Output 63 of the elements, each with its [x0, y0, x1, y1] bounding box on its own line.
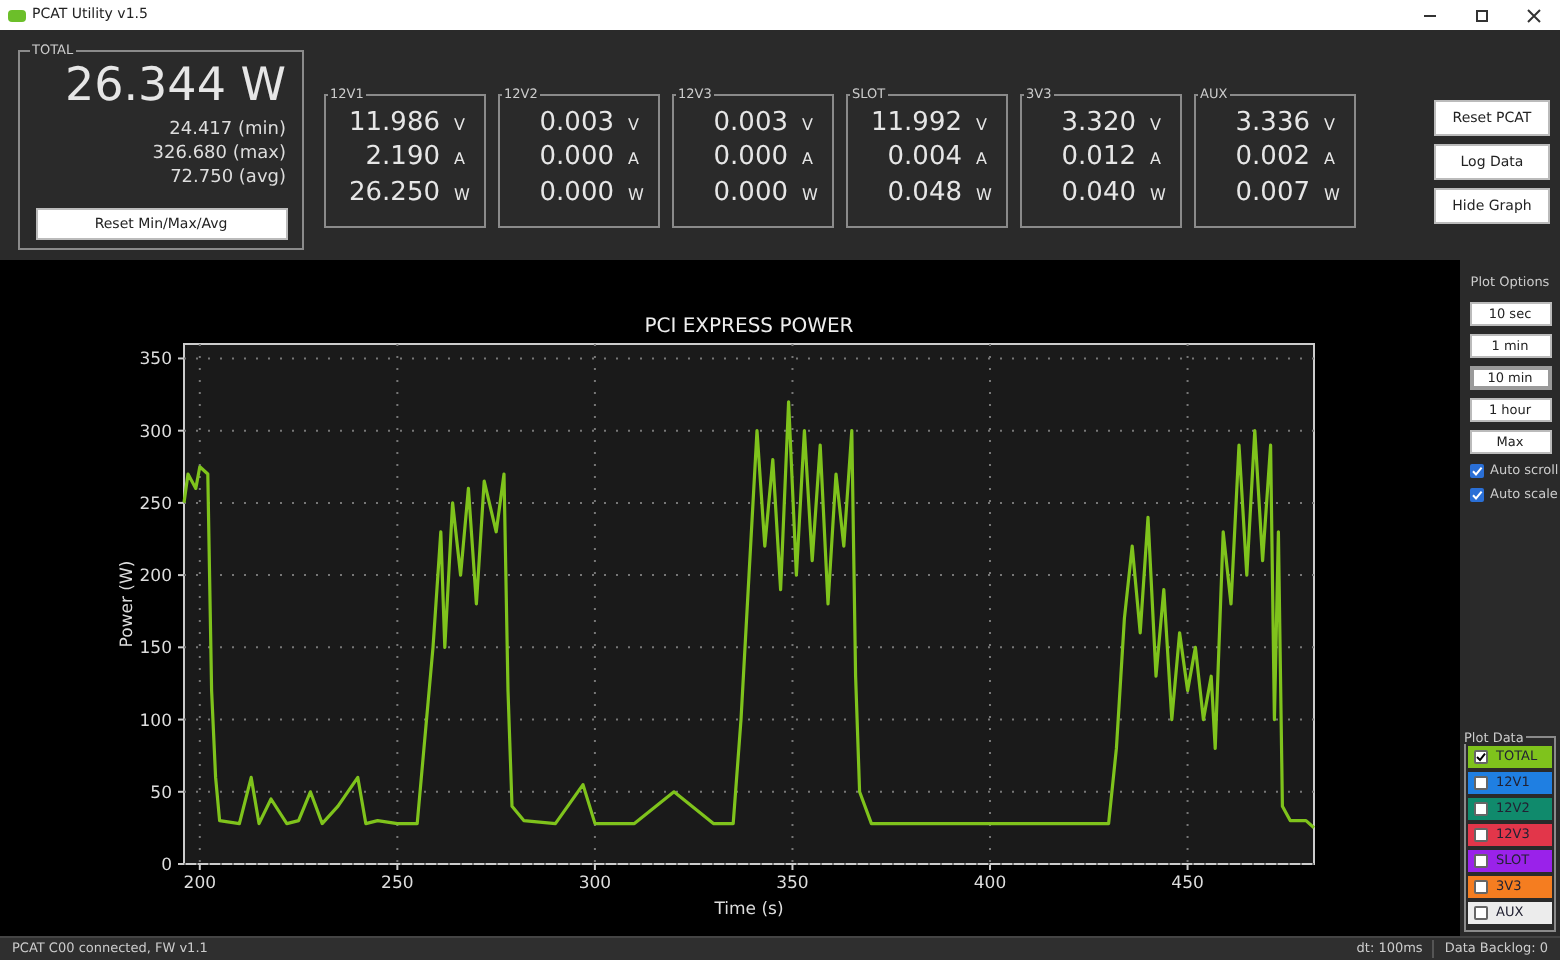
x-tick-label: 250 — [381, 874, 414, 894]
x-tick-label: 200 — [183, 874, 217, 894]
y-tick-label: 0 — [161, 856, 172, 876]
y-tick-label: 200 — [139, 567, 172, 588]
check-icon — [1476, 752, 1486, 762]
y-tick-label: 100 — [139, 711, 172, 732]
reading-value: 0.048 — [887, 179, 962, 207]
unit-label: V — [802, 117, 815, 134]
unit-label: A — [628, 152, 641, 170]
unit-label: V — [1150, 117, 1163, 134]
unit-label: V — [628, 117, 641, 134]
reading-value: 0.004 — [887, 144, 962, 172]
reading-value: 3.320 — [1061, 109, 1136, 137]
reading-value: 0.000 — [713, 144, 788, 172]
x-axis-title: Time (s) — [714, 900, 784, 920]
total-power-value: 26.344 W — [64, 63, 286, 109]
unit-label: A — [802, 152, 815, 170]
reading-value: 0.040 — [1061, 179, 1136, 207]
checkbox[interactable] — [1470, 464, 1484, 479]
reading-value: 2.190 — [365, 144, 440, 172]
unit-label: W — [1324, 187, 1342, 205]
unit-label: V — [1324, 117, 1337, 134]
unit-label: A — [1324, 152, 1337, 170]
unit-label: A — [454, 152, 467, 170]
x-tick-label: 450 — [1171, 874, 1204, 894]
stat-text: 72.750 (avg) — [170, 165, 286, 190]
y-tick-label: 250 — [139, 494, 172, 515]
y-tick-label: 300 — [139, 422, 172, 443]
reading-value: 0.000 — [539, 179, 614, 207]
unit-label: A — [976, 152, 989, 170]
unit-label: W — [1150, 187, 1168, 205]
reading-value: 0.012 — [1061, 144, 1136, 172]
reading-value: 0.003 — [713, 109, 788, 137]
unit-label: V — [976, 117, 989, 134]
x-tick-label: 350 — [776, 874, 809, 894]
unit-label: V — [454, 117, 467, 134]
unit-label: W — [628, 187, 646, 205]
y-tick-label: 350 — [139, 350, 172, 371]
reading-value: 0.007 — [1235, 179, 1310, 207]
reading-value: 0.000 — [539, 144, 614, 172]
reading-value: 0.000 — [713, 179, 788, 207]
close-icon — [1526, 7, 1542, 23]
reading-value: 0.003 — [539, 109, 614, 137]
x-tick-label: 300 — [578, 874, 612, 894]
x-tick-label: 400 — [973, 874, 1007, 894]
maximize-icon — [1474, 7, 1490, 23]
reading-value: 11.986 — [349, 109, 440, 137]
checkbox[interactable] — [1470, 487, 1484, 502]
reading-value: 0.002 — [1235, 144, 1310, 172]
reading-value: 3.336 — [1235, 109, 1310, 137]
y-tick-label: 50 — [150, 783, 172, 804]
y-axis-title: Power (W) — [118, 560, 138, 648]
stat-text: 24.417 (min) — [169, 117, 286, 142]
reading-value: 11.992 — [871, 109, 962, 137]
reading-value: 26.250 — [349, 179, 440, 207]
unit-label: W — [976, 187, 994, 205]
app-icon — [8, 9, 26, 21]
unit-label: A — [1150, 152, 1163, 170]
unit-label: W — [454, 187, 472, 205]
y-tick-label: 150 — [139, 639, 172, 660]
unit-label: W — [802, 187, 820, 205]
chart-title: PCI EXPRESS POWER — [644, 316, 854, 338]
stat-text: 326.680 (max) — [152, 141, 286, 166]
